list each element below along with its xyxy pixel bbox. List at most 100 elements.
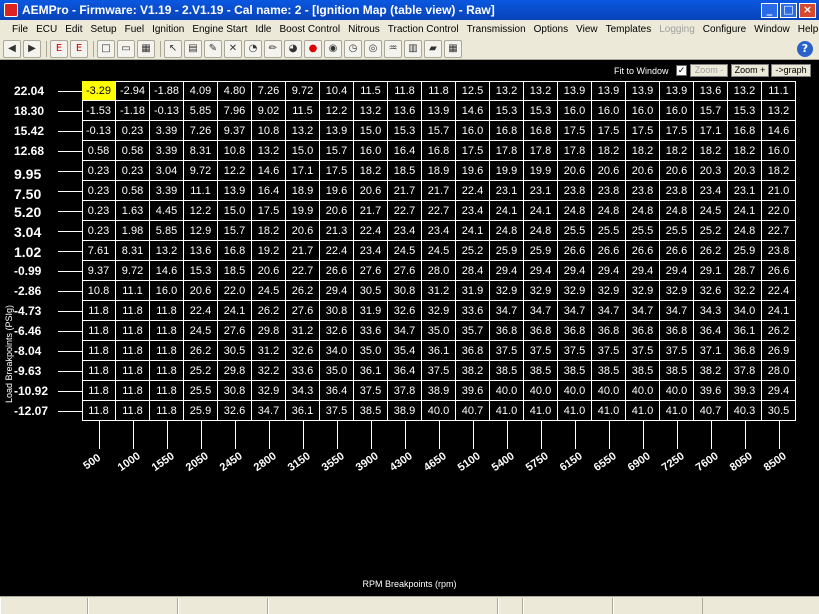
- table-cell[interactable]: 15.3: [490, 101, 524, 121]
- table-cell[interactable]: 16.8: [422, 141, 456, 161]
- table-cell[interactable]: 32.6: [388, 301, 422, 321]
- table-cell[interactable]: 36.8: [456, 341, 490, 361]
- table-cell[interactable]: 36.8: [660, 321, 694, 341]
- table-cell[interactable]: 34.3: [286, 381, 320, 401]
- table-cell[interactable]: 38.5: [524, 361, 558, 381]
- table-cell[interactable]: 32.9: [660, 281, 694, 301]
- table-cell[interactable]: 13.2: [252, 141, 286, 161]
- table-cell[interactable]: -3.29: [82, 81, 116, 101]
- cursor-icon[interactable]: ↖: [164, 39, 182, 58]
- table-cell[interactable]: 25.9: [524, 241, 558, 261]
- table-cell[interactable]: 22.7: [762, 221, 796, 241]
- table-cell[interactable]: 11.5: [286, 101, 320, 121]
- table-cell[interactable]: 22.7: [388, 201, 422, 221]
- table-cell[interactable]: 11.8: [150, 401, 184, 421]
- table-cell[interactable]: 41.0: [660, 401, 694, 421]
- table-cell[interactable]: 25.5: [558, 221, 592, 241]
- table-cell[interactable]: 18.2: [728, 141, 762, 161]
- table-cell[interactable]: 18.5: [218, 261, 252, 281]
- table-cell[interactable]: 15.3: [184, 261, 218, 281]
- table-cell[interactable]: 34.0: [728, 301, 762, 321]
- table-cell[interactable]: 25.2: [184, 361, 218, 381]
- table-cell[interactable]: 18.2: [354, 161, 388, 181]
- table-cell[interactable]: 10.8: [82, 281, 116, 301]
- table-cell[interactable]: 0.23: [116, 161, 150, 181]
- table-cell[interactable]: 17.5: [592, 121, 626, 141]
- table-cell[interactable]: 7.61: [82, 241, 116, 261]
- table-cell[interactable]: 19.9: [524, 161, 558, 181]
- table-cell[interactable]: 11.1: [184, 181, 218, 201]
- table-cell[interactable]: 22.7: [286, 261, 320, 281]
- table-cell[interactable]: 13.2: [762, 101, 796, 121]
- table-cell[interactable]: 12.2: [320, 101, 354, 121]
- table-cell[interactable]: 10.8: [252, 121, 286, 141]
- menu-ecu[interactable]: ECU: [32, 24, 61, 35]
- table-cell[interactable]: 18.2: [592, 141, 626, 161]
- menu-options[interactable]: Options: [530, 24, 572, 35]
- table-cell[interactable]: 26.2: [286, 281, 320, 301]
- table-cell[interactable]: 23.8: [660, 181, 694, 201]
- table-cell[interactable]: 24.1: [456, 221, 490, 241]
- table-cell[interactable]: 26.2: [252, 301, 286, 321]
- table-cell[interactable]: 38.5: [558, 361, 592, 381]
- table-cell[interactable]: 27.6: [286, 301, 320, 321]
- timer-icon[interactable]: ◷: [344, 39, 362, 58]
- table-cell[interactable]: 11.5: [354, 81, 388, 101]
- to-graph-button[interactable]: ->graph: [771, 64, 811, 77]
- table-cell[interactable]: 15.7: [320, 141, 354, 161]
- table-cell[interactable]: 11.1: [762, 81, 796, 101]
- table-cell[interactable]: 12.9: [184, 221, 218, 241]
- table-cell[interactable]: 16.0: [762, 141, 796, 161]
- table-cell[interactable]: 5.85: [150, 221, 184, 241]
- table-cell[interactable]: 36.8: [524, 321, 558, 341]
- table-cell[interactable]: 40.0: [490, 381, 524, 401]
- table-cell[interactable]: 17.1: [694, 121, 728, 141]
- table-cell[interactable]: 35.0: [422, 321, 456, 341]
- table-cell[interactable]: 29.8: [252, 321, 286, 341]
- table-cell[interactable]: 25.5: [592, 221, 626, 241]
- maximize-button[interactable]: □: [780, 2, 797, 18]
- table-cell[interactable]: 15.0: [286, 141, 320, 161]
- table-cell[interactable]: 17.8: [558, 141, 592, 161]
- table-cell[interactable]: 23.8: [762, 241, 796, 261]
- table-cell[interactable]: 26.9: [762, 341, 796, 361]
- table-cell[interactable]: 11.1: [116, 281, 150, 301]
- table-cell[interactable]: 22.4: [320, 241, 354, 261]
- table-cell[interactable]: 29.4: [626, 261, 660, 281]
- table-cell[interactable]: 11.8: [116, 401, 150, 421]
- table-cell[interactable]: 15.0: [218, 201, 252, 221]
- table-cell[interactable]: 24.8: [490, 221, 524, 241]
- table-cell[interactable]: 17.1: [286, 161, 320, 181]
- table-cell[interactable]: 25.9: [490, 241, 524, 261]
- table-cell[interactable]: 34.7: [626, 301, 660, 321]
- table-cell[interactable]: 16.0: [558, 101, 592, 121]
- table-cell[interactable]: 26.6: [660, 241, 694, 261]
- table-cell[interactable]: -1.18: [116, 101, 150, 121]
- table-cell[interactable]: 22.7: [422, 201, 456, 221]
- table-cell[interactable]: 36.1: [286, 401, 320, 421]
- table-cell[interactable]: 35.7: [456, 321, 490, 341]
- table-cell[interactable]: 20.6: [252, 261, 286, 281]
- table-cell[interactable]: 22.4: [354, 221, 388, 241]
- table-cell[interactable]: 40.0: [422, 401, 456, 421]
- table-cell[interactable]: 36.4: [320, 381, 354, 401]
- table-cell[interactable]: 20.6: [320, 201, 354, 221]
- table-cell[interactable]: 15.7: [218, 221, 252, 241]
- table-cell[interactable]: 24.1: [490, 201, 524, 221]
- table-cell[interactable]: 18.2: [660, 141, 694, 161]
- table-cell[interactable]: 28.7: [728, 261, 762, 281]
- table-cell[interactable]: 23.1: [490, 181, 524, 201]
- table-cell[interactable]: 16.0: [592, 101, 626, 121]
- table-cell[interactable]: 22.4: [456, 181, 490, 201]
- table-cell[interactable]: 13.9: [320, 121, 354, 141]
- table-cell[interactable]: 18.9: [286, 181, 320, 201]
- table-cell[interactable]: 37.5: [592, 341, 626, 361]
- table-cell[interactable]: 12.2: [218, 161, 252, 181]
- table-cell[interactable]: 23.8: [592, 181, 626, 201]
- stop-icon[interactable]: ●: [304, 39, 322, 58]
- table-cell[interactable]: 11.8: [82, 401, 116, 421]
- table-cell[interactable]: 0.23: [82, 181, 116, 201]
- table-cell[interactable]: 11.8: [150, 341, 184, 361]
- table-cell[interactable]: 37.1: [694, 341, 728, 361]
- table-cell[interactable]: 23.1: [728, 181, 762, 201]
